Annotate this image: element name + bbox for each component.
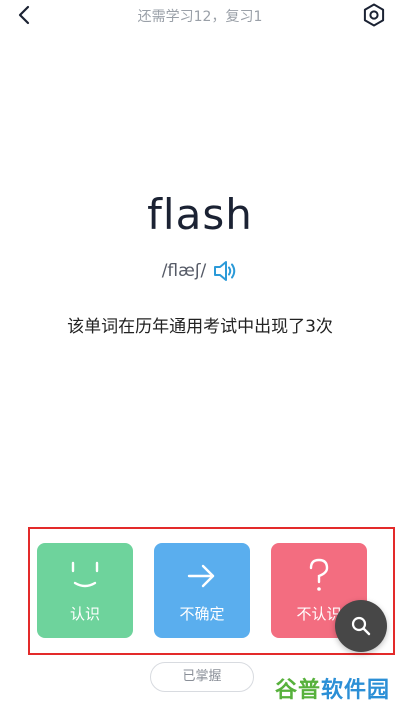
speaker-icon[interactable] — [212, 258, 238, 284]
search-icon — [351, 616, 371, 636]
watermark-part1: 谷普 — [275, 678, 322, 703]
watermark-part2: 软件园 — [321, 678, 391, 703]
gear-icon[interactable] — [362, 3, 386, 27]
unsure-label: 不确定 — [179, 605, 225, 623]
top-bar: 还需学习12，复习1 — [0, 0, 400, 30]
unsure-button[interactable]: 不确定 — [154, 543, 250, 638]
mastered-button[interactable]: 已掌握 — [150, 662, 254, 692]
know-label: 认识 — [69, 605, 100, 623]
watermark-logo: 谷普软件园 — [275, 672, 390, 704]
page-title: 还需学习12，复习1 — [137, 9, 263, 25]
phonetic-text: /flæʃ/ — [161, 261, 207, 281]
arrow-right-icon — [154, 557, 250, 595]
phonetic-row: /flæʃ/ — [0, 258, 400, 284]
word-text: flash — [147, 190, 253, 239]
know-button[interactable]: 认识 — [37, 543, 133, 638]
question-icon — [271, 557, 367, 595]
frequency-note: 该单词在历年通用考试中出现了3次 — [67, 317, 333, 337]
search-button[interactable] — [335, 600, 387, 652]
smile-icon — [37, 557, 133, 595]
